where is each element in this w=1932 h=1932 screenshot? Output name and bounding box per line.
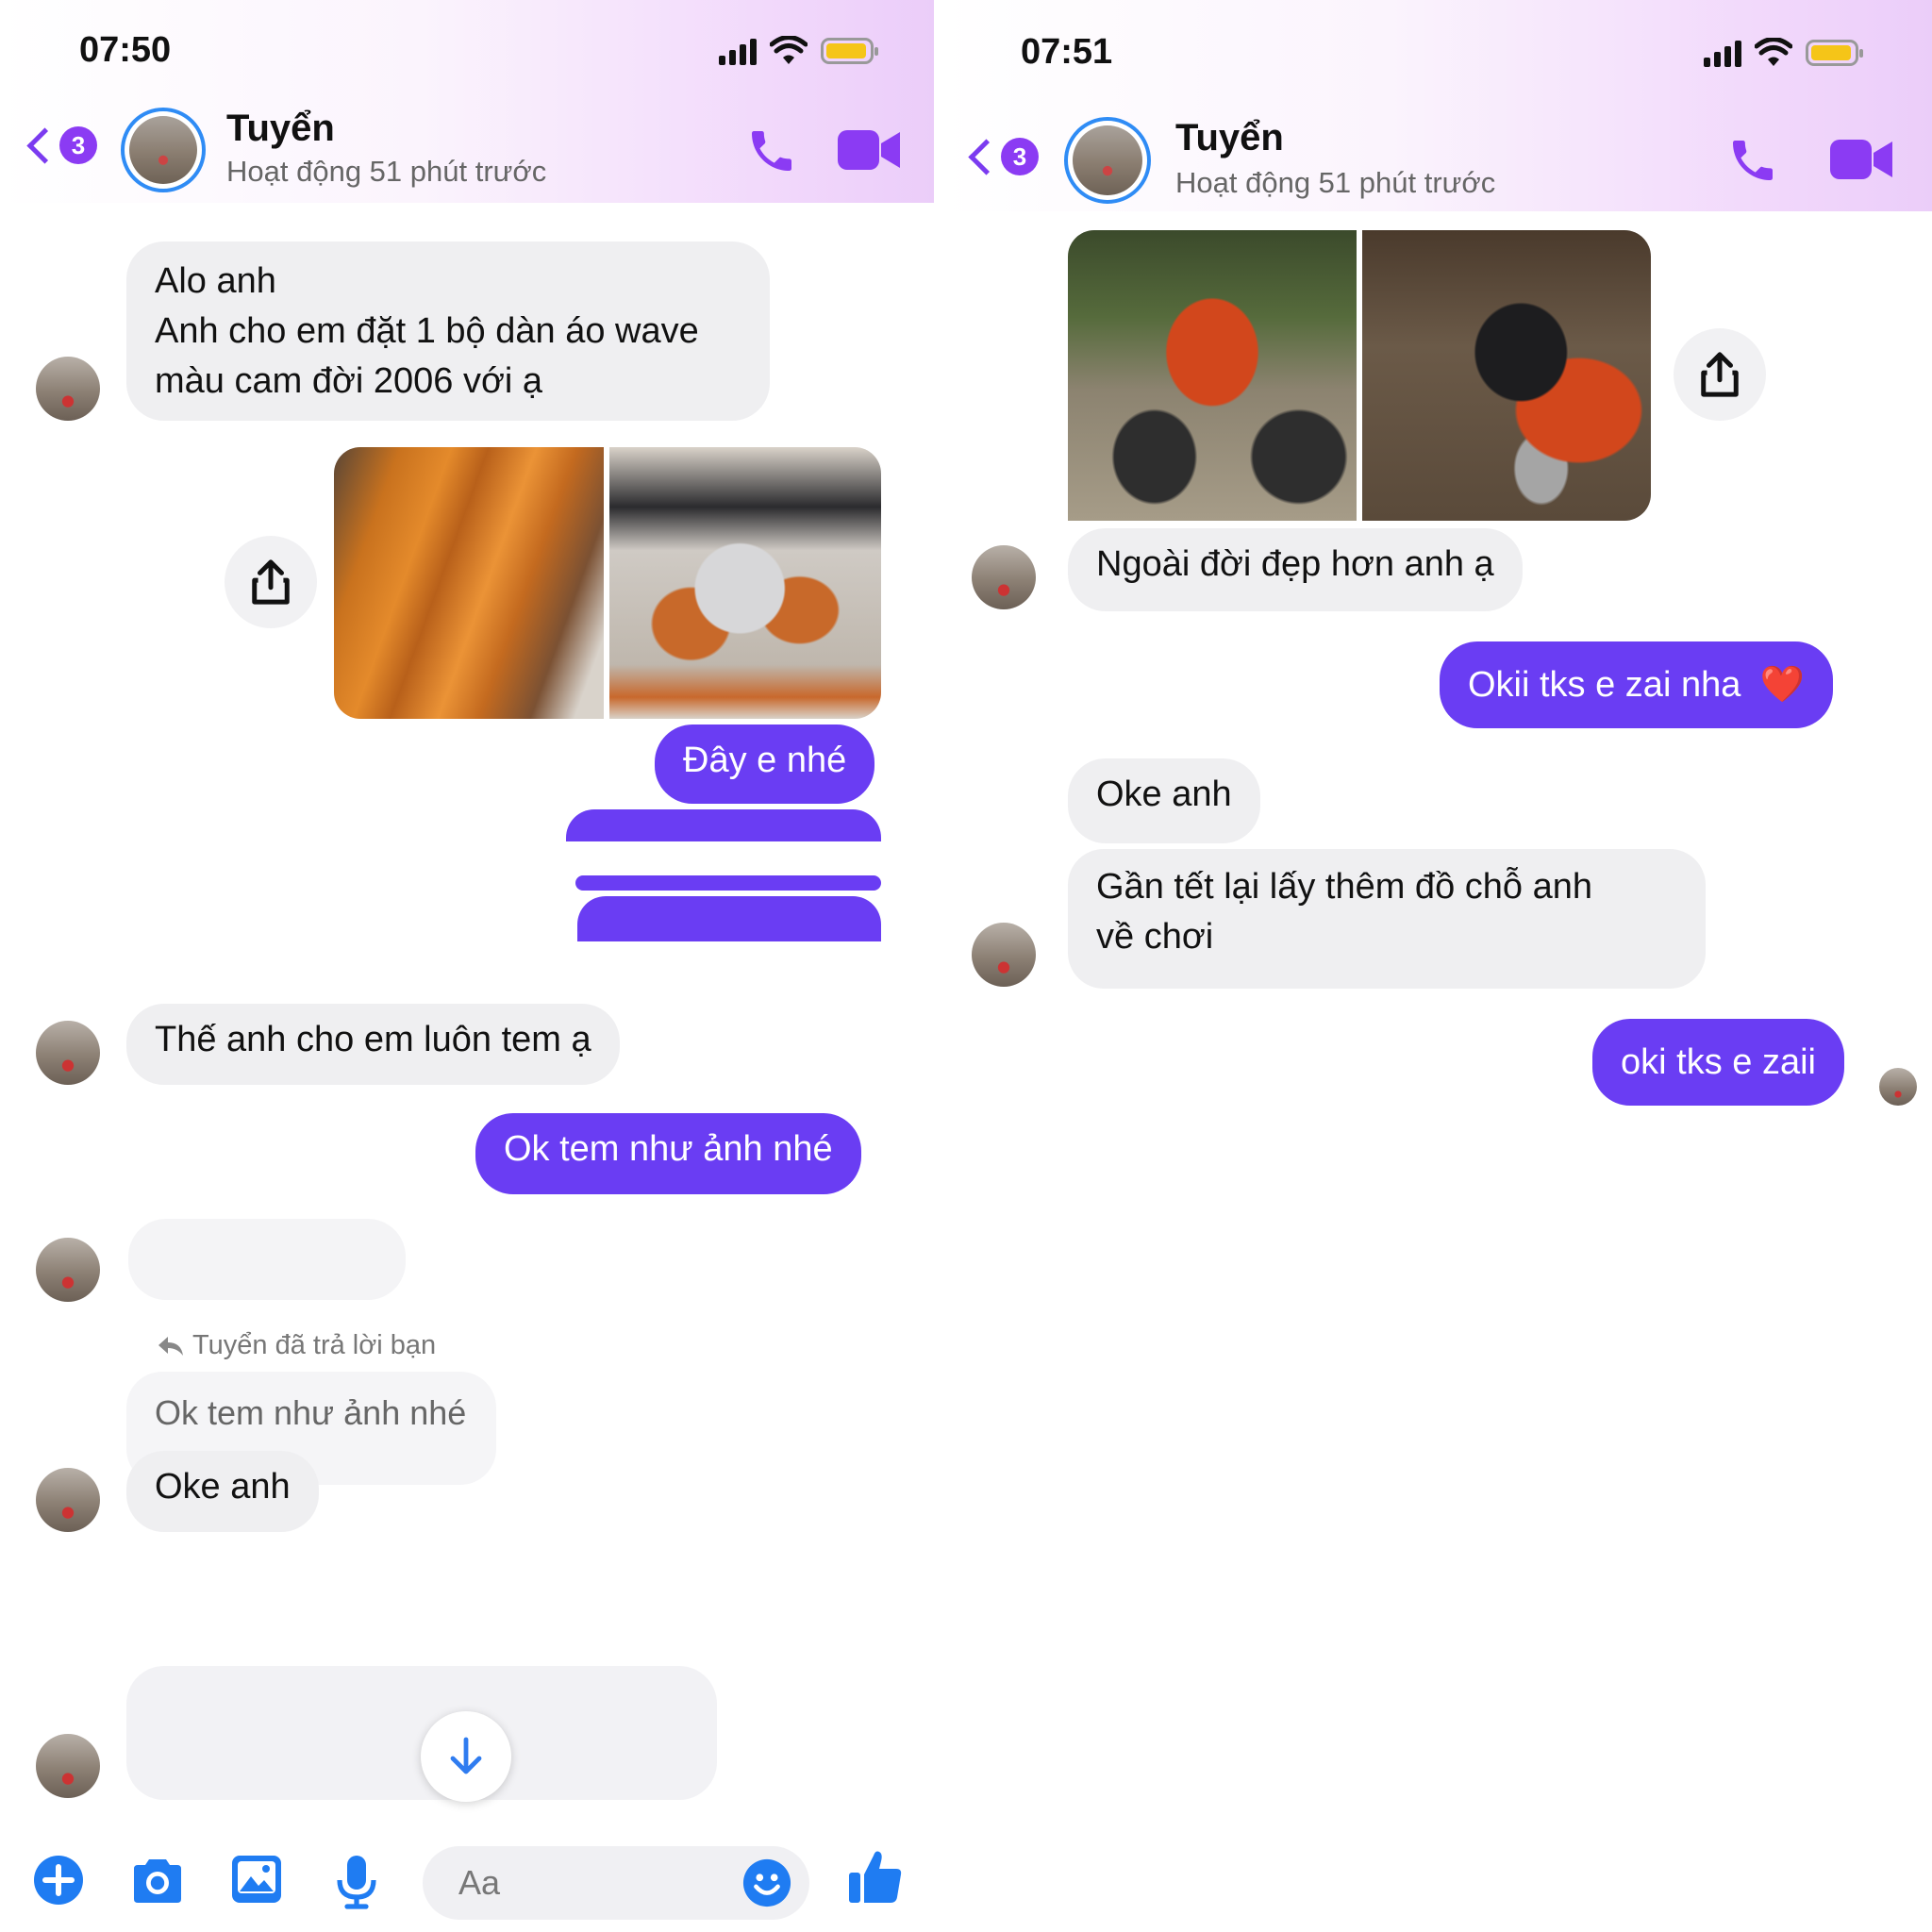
emoji-icon[interactable] <box>741 1857 792 1908</box>
reply-arrow-icon <box>158 1336 183 1356</box>
heart-emoji: ❤️ <box>1759 665 1806 705</box>
message-bubble[interactable]: Alo anh Anh cho em đặt 1 bộ dàn áo wave … <box>126 242 770 421</box>
reply-note-text: Tuyển đã trả lời bạn <box>192 1330 437 1360</box>
signal-icon <box>1704 39 1741 67</box>
photo-motorbike-rear[interactable] <box>1362 230 1651 521</box>
contact-avatar[interactable] <box>121 108 206 192</box>
active-status: Hoạt động 51 phút trước <box>226 155 547 188</box>
contact-name[interactable]: Tuyển <box>226 108 335 150</box>
contact-name[interactable]: Tuyển <box>1175 117 1284 159</box>
message-bubble[interactable]: oki tks e zaii <box>1592 1019 1844 1106</box>
message-bubble[interactable]: Oke anh <box>1068 758 1260 843</box>
phone-icon[interactable] <box>745 125 798 177</box>
right-chat-screen: 07:51 3 Tuyển Hoạt động 51 phút trước Ng… <box>943 0 1932 1932</box>
hidden-message <box>566 809 881 841</box>
scroll-to-bottom-button[interactable] <box>421 1711 511 1802</box>
message-text: màu cam đời 2006 với ạ <box>155 361 543 401</box>
left-chat-screen: 07:50 3 Tuyển Hoạt động 51 phút trước Al… <box>0 0 934 1932</box>
message-input[interactable]: Aa <box>423 1846 809 1920</box>
message-bubble[interactable]: Gần tết lại lấy thêm đồ chỗ anh về chơi <box>1068 849 1706 989</box>
status-icons <box>719 36 878 66</box>
sender-avatar[interactable] <box>36 1021 100 1085</box>
back-chevron-icon <box>26 126 63 164</box>
signal-icon <box>719 37 757 65</box>
battery-icon <box>1806 40 1863 66</box>
camera-icon[interactable] <box>128 1854 187 1907</box>
share-icon <box>252 559 290 605</box>
sender-avatar[interactable] <box>36 1734 100 1798</box>
unread-badge: 3 <box>1001 138 1039 175</box>
status-time: 07:50 <box>79 30 172 70</box>
battery-icon <box>821 38 878 64</box>
wifi-icon <box>770 36 808 64</box>
gallery-icon[interactable] <box>230 1854 283 1905</box>
video-camera-icon[interactable] <box>838 128 900 172</box>
wifi-icon <box>1755 38 1792 66</box>
message-bubble[interactable]: Oke anh <box>126 1451 319 1532</box>
hidden-message <box>128 1219 406 1300</box>
message-text: Okii tks e zai nha <box>1468 665 1741 705</box>
share-button[interactable] <box>225 536 317 628</box>
message-bubble[interactable]: Ngoài đời đẹp hơn anh ạ <box>1068 528 1523 611</box>
message-bubble[interactable]: Okii tks e zai nha ❤️ <box>1440 641 1834 728</box>
phone-icon[interactable] <box>1726 134 1779 187</box>
hidden-message <box>577 896 881 941</box>
reply-note: Tuyển đã trả lời bạn <box>157 1330 436 1361</box>
share-icon <box>1701 352 1739 397</box>
panel-divider <box>934 0 943 1932</box>
message-text: Gần tết lại lấy thêm đồ chỗ anh <box>1096 867 1592 907</box>
message-bubble[interactable]: Ok tem như ảnh nhé <box>475 1113 861 1194</box>
active-status: Hoạt động 51 phút trước <box>1175 166 1496 199</box>
sender-avatar[interactable] <box>36 1238 100 1302</box>
sender-avatar[interactable] <box>972 545 1036 609</box>
microphone-icon[interactable] <box>336 1854 377 1910</box>
back-chevron-icon <box>968 138 1005 175</box>
seen-receipt-avatar <box>1879 1068 1917 1106</box>
sender-avatar[interactable] <box>36 1468 100 1532</box>
message-text: Alo anh <box>155 261 276 301</box>
arrow-down-icon <box>450 1737 482 1774</box>
message-composer: Aa <box>0 1825 934 1932</box>
photo-motorbike-side[interactable] <box>1068 230 1357 521</box>
back-button[interactable]: 3 <box>26 126 97 164</box>
photo-orange-fairings[interactable] <box>334 447 604 719</box>
status-icons <box>1704 38 1863 68</box>
message-input-placeholder: Aa <box>458 1863 501 1902</box>
unread-badge: 3 <box>59 126 97 164</box>
thumbs-up-icon[interactable] <box>847 1848 904 1907</box>
message-bubble[interactable]: Đây e nhé <box>655 724 875 804</box>
message-text: Anh cho em đặt 1 bộ dàn áo wave <box>155 311 699 351</box>
sender-avatar[interactable] <box>972 923 1036 987</box>
contact-avatar[interactable] <box>1064 117 1151 204</box>
share-button[interactable] <box>1674 328 1766 421</box>
message-bubble[interactable]: Thế anh cho em luôn tem ạ <box>126 1004 620 1085</box>
hidden-message <box>126 1666 717 1800</box>
message-text: về chơi <box>1096 917 1214 957</box>
sender-avatar[interactable] <box>36 357 100 421</box>
video-camera-icon[interactable] <box>1830 138 1892 181</box>
photo-body-kit-parts[interactable] <box>609 447 881 719</box>
hidden-message <box>575 875 881 891</box>
plus-icon[interactable] <box>32 1854 85 1907</box>
status-time: 07:51 <box>1021 32 1113 72</box>
back-button[interactable]: 3 <box>968 138 1039 175</box>
